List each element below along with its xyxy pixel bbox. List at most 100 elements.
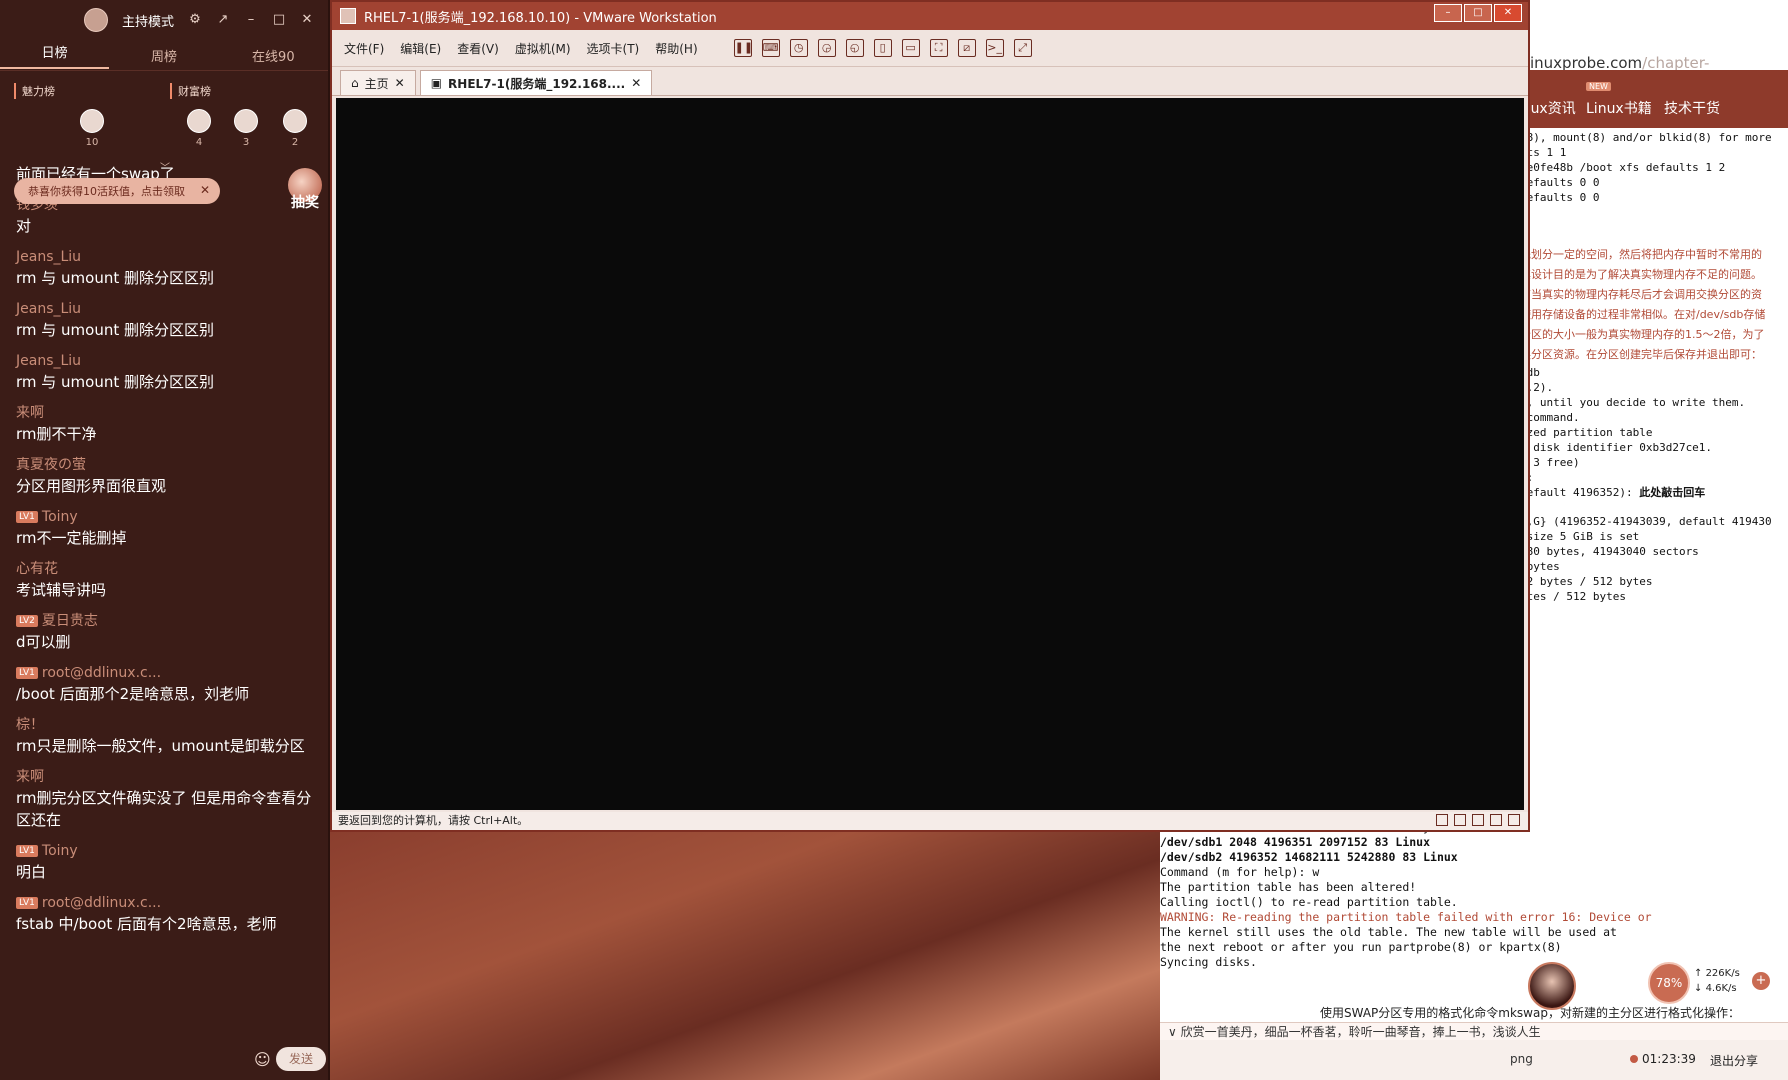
hdd-icon[interactable]: [1436, 814, 1448, 826]
maximize-icon[interactable]: □: [272, 13, 286, 27]
memory-usage: 78%: [1648, 962, 1690, 1004]
upload-icon: ↑: [1694, 968, 1706, 979]
message-username[interactable]: 棕！: [16, 715, 322, 735]
message-username[interactable]: 来啊: [16, 403, 322, 423]
minimize-icon[interactable]: –: [1434, 4, 1462, 22]
rank-user[interactable]: 4: [186, 109, 212, 148]
maximize-icon[interactable]: □: [1464, 4, 1492, 22]
message-username[interactable]: LV2 夏日贵志: [16, 611, 322, 631]
thumbnail-icon[interactable]: ▭: [901, 39, 920, 57]
message-text: rm 与 umount 删除分区区别: [16, 321, 215, 339]
console-icon[interactable]: >_: [985, 39, 1004, 57]
charm-rank-title[interactable]: 魅力榜: [14, 83, 55, 99]
level-badge: LV1: [16, 511, 38, 523]
terminal-line: The partition table has been altered!: [1160, 880, 1417, 894]
lottery-button[interactable]: 抽奖: [284, 168, 326, 218]
message-text: rm删不干净: [16, 425, 97, 443]
rank-user[interactable]: 2: [282, 109, 308, 148]
send-ctrl-alt-del-icon[interactable]: ⌨: [761, 39, 780, 57]
exit-share-button[interactable]: 退出分享: [1710, 1052, 1758, 1069]
chat-topbar: 主持模式 ⚙ ↗ – □ ✕: [0, 0, 328, 40]
message-username[interactable]: LV1 Toiny: [16, 507, 322, 527]
sidebar-icon[interactable]: ▯: [873, 39, 892, 57]
send-button[interactable]: 发送: [276, 1047, 326, 1071]
network-speed-widget[interactable]: 78% ↑ 226K/s ↓ 4.6K/s +: [1648, 962, 1774, 1004]
message-username[interactable]: LV1 Toiny: [16, 841, 322, 861]
fullscreen-icon[interactable]: ⛶: [929, 39, 948, 57]
recording-icon: [1630, 1055, 1638, 1063]
pause-icon[interactable]: ❚❚: [733, 39, 753, 57]
chevron-down-icon[interactable]: ∨: [1168, 1025, 1181, 1039]
plus-icon[interactable]: +: [1752, 972, 1770, 990]
cdrom-icon[interactable]: [1454, 814, 1466, 826]
list-item: LV2 夏日贵志 d可以删: [16, 611, 322, 653]
usb-icon[interactable]: [1490, 814, 1502, 826]
list-item: Jeans_Liurm 与 umount 删除分区区别: [16, 299, 322, 341]
emoji-icon[interactable]: ☺: [254, 1050, 271, 1069]
vm-icon: ▣: [430, 76, 443, 90]
menu-vm[interactable]: 虚拟机(M): [515, 40, 571, 57]
unity-icon[interactable]: ⧄: [957, 39, 976, 57]
minimize-icon[interactable]: –: [244, 13, 258, 27]
music-player-bar[interactable]: ∨ 欣赏一首美丹，细品一杯香茗，聆听一曲琴音，捧上一书，浅谈人生: [1160, 1022, 1788, 1040]
vmware-icon: [340, 8, 356, 24]
snapshot-restore-icon[interactable]: ◶: [817, 39, 836, 57]
content-line: lts 1 1: [1520, 146, 1567, 159]
tab-home[interactable]: ⌂ 主页 ✕: [340, 70, 416, 95]
streamer-avatar: [1528, 962, 1576, 1010]
tab-rhel7[interactable]: ▣ RHEL7-1(服务端_192.168.... ✕: [419, 70, 653, 95]
chat-input-bar: ☺ 发送: [0, 1040, 330, 1080]
snapshot-manager-icon[interactable]: ◵: [845, 39, 864, 57]
stretch-icon[interactable]: ⤢: [1013, 39, 1032, 57]
message-username[interactable]: Jeans_Liu: [16, 299, 322, 319]
gift-banner[interactable]: 恭喜你获得10活跃值，点击领取 ✕: [14, 178, 220, 204]
nav-tech[interactable]: 技术干货: [1664, 98, 1720, 118]
message-username[interactable]: Jeans_Liu: [16, 351, 322, 371]
message-username[interactable]: 心有花: [16, 559, 322, 579]
message-username[interactable]: LV1 root@ddlinux.c...: [16, 663, 322, 683]
list-item: LV1 Toiny 明白: [16, 841, 322, 883]
close-icon[interactable]: ✕: [1494, 4, 1522, 22]
content-line: 先划分一定的空间，然后将把内存中暂时不常用的: [1520, 248, 1762, 261]
nav-linux-books[interactable]: Linux书籍: [1586, 98, 1652, 118]
menu-tabs[interactable]: 选项卡(T): [587, 40, 640, 57]
message-username[interactable]: Jeans_Liu: [16, 247, 322, 267]
tab-weekly[interactable]: 周榜: [109, 46, 218, 65]
status-bar: 要返回到您的计算机，请按 Ctrl+Alt。: [332, 812, 1528, 830]
content-line: command.: [1520, 411, 1580, 424]
message-icon[interactable]: [1508, 814, 1520, 826]
avatar[interactable]: [83, 8, 108, 32]
host-mode-label[interactable]: 主持模式: [122, 11, 174, 30]
menu-view[interactable]: 查看(V): [457, 40, 499, 57]
window-titlebar[interactable]: RHEL7-1(服务端_192.168.10.10) - VMware Work…: [332, 2, 1528, 30]
message-username[interactable]: 真夏夜の萤: [16, 455, 322, 475]
message-username[interactable]: 来啊: [16, 767, 322, 787]
close-icon[interactable]: ✕: [631, 76, 641, 90]
chat-messages: 前面已经有一个swap了 钱多羡对 Jeans_Liu rm 与 umount 删除…: [16, 163, 322, 945]
rank-user[interactable]: 10: [79, 109, 105, 148]
vm-console-screen[interactable]: [336, 98, 1524, 810]
close-icon[interactable]: ✕: [395, 76, 405, 90]
terminal-line: the next reboot or after you run partpro…: [1160, 940, 1562, 954]
article-terminal-output: System/dev/sdb1 2048 4196351 2097152 83 …: [1160, 820, 1788, 970]
menu-edit[interactable]: 编辑(E): [400, 40, 441, 57]
tab-online[interactable]: 在线90: [219, 46, 328, 65]
wealth-rank-title[interactable]: 财富榜: [170, 83, 211, 99]
network-icon[interactable]: [1472, 814, 1484, 826]
share-icon[interactable]: ↗: [216, 13, 230, 27]
close-icon[interactable]: ✕: [200, 183, 210, 197]
message-username[interactable]: LV1 root@ddlinux.c...: [16, 893, 322, 913]
tab-daily[interactable]: 日榜: [0, 41, 110, 69]
menu-file[interactable]: 文件(F): [344, 40, 384, 57]
settings-icon[interactable]: ⚙: [188, 13, 202, 27]
vm-tabbar: ⌂ 主页 ✕ ▣ RHEL7-1(服务端_192.168.... ✕: [332, 67, 1528, 96]
snapshot-icon[interactable]: ◷: [789, 39, 808, 57]
content-line: ized partition table: [1520, 426, 1653, 439]
level-badge: LV1: [16, 897, 38, 909]
content-line: y, until you decide to write them.: [1520, 396, 1746, 409]
message-text: 分区用图形界面很直观: [16, 477, 167, 495]
taskbar-png[interactable]: png: [1510, 1052, 1533, 1066]
menu-help[interactable]: 帮助(H): [655, 40, 697, 57]
close-icon[interactable]: ✕: [300, 13, 314, 27]
rank-user[interactable]: 3: [233, 109, 259, 148]
